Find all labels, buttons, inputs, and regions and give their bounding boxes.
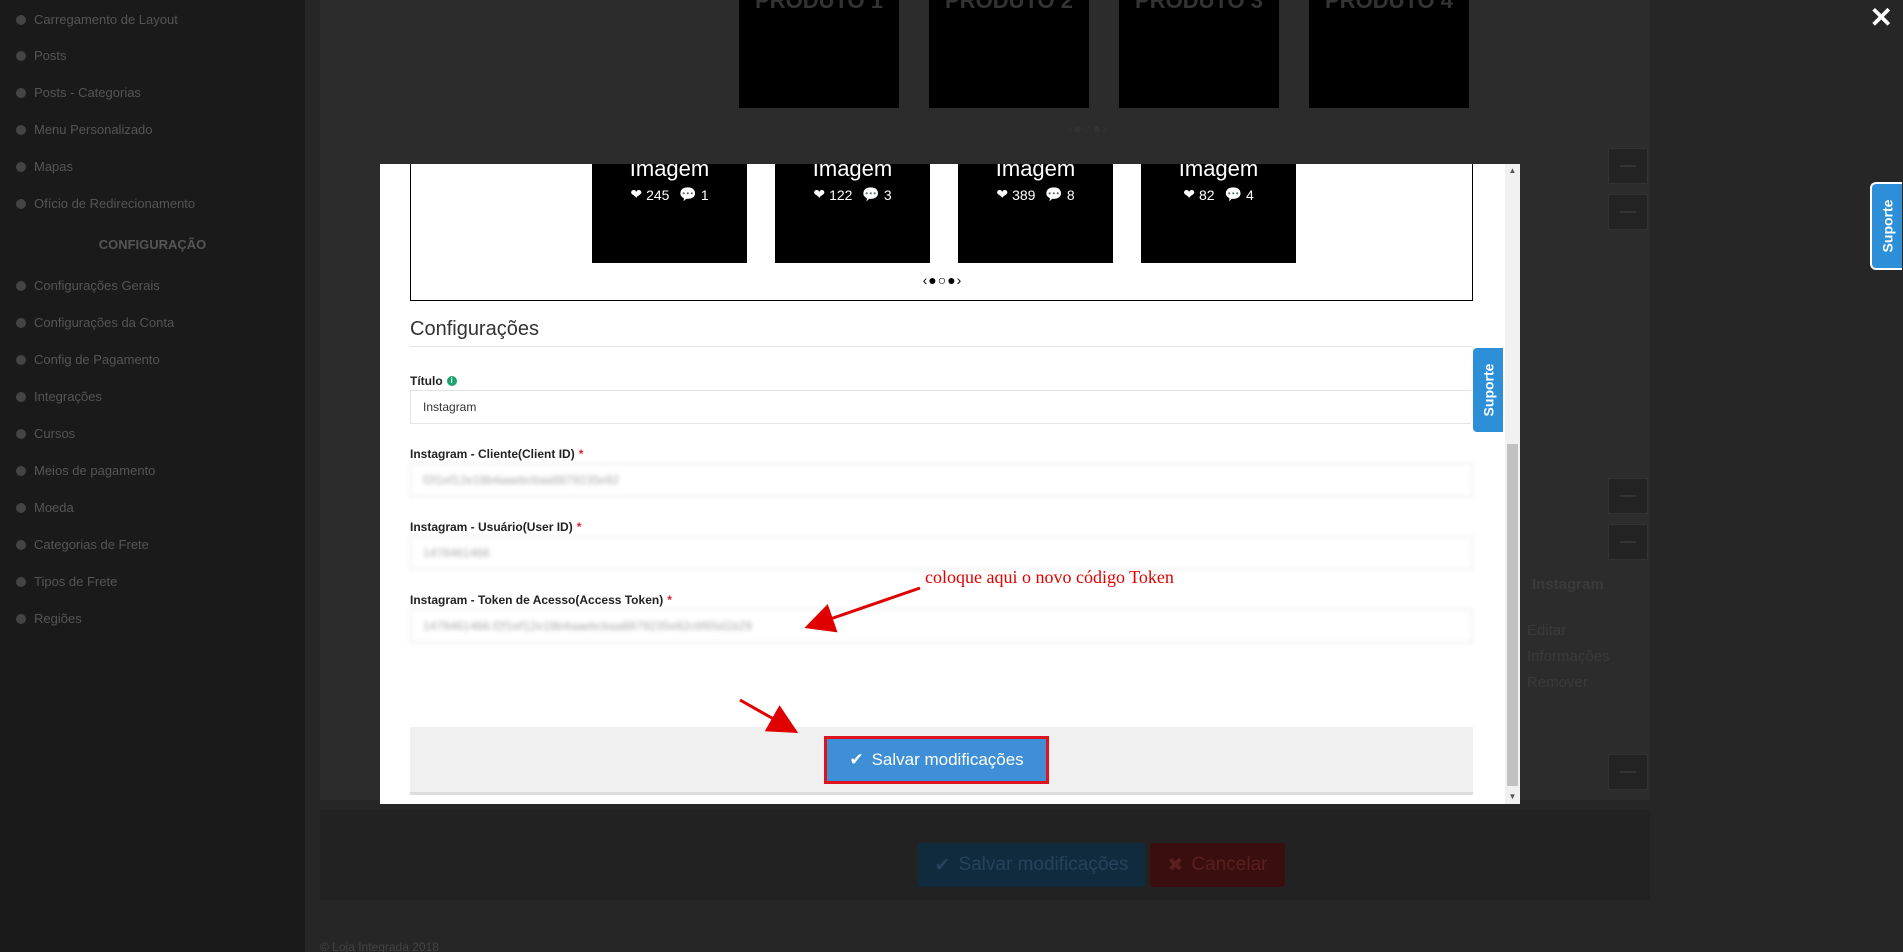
sidebar-item-label: Meios de pagamento xyxy=(34,463,156,478)
scroll-up-icon[interactable]: ▲ xyxy=(1505,164,1520,178)
product-thumb: PRODUTO 4 xyxy=(1309,0,1469,108)
sidebar-item-label: Integrações xyxy=(34,389,102,404)
product-label: PRODUTO 3 xyxy=(1135,0,1263,13)
scroll-down-icon[interactable]: ▼ xyxy=(1505,790,1520,804)
sidebar-item-label: Categorias de Frete xyxy=(34,537,149,552)
home-icon xyxy=(16,87,26,98)
sidebar-item-label: Posts - Categorias xyxy=(34,85,141,100)
sidebar-item-moeda[interactable]: Moeda xyxy=(16,500,74,515)
bg-info-link[interactable]: Informações xyxy=(1527,648,1610,665)
bg-cancel-button[interactable]: ✖ Cancelar xyxy=(1150,843,1285,887)
dollar-icon xyxy=(16,502,26,513)
check-icon: ✔ xyxy=(934,854,951,876)
sidebar-item-config-gerais[interactable]: Configurações Gerais xyxy=(16,278,160,293)
bg-action-button[interactable]: — xyxy=(1608,478,1648,514)
product-label: PRODUTO 2 xyxy=(945,0,1073,13)
suporte-label: Suporte xyxy=(1480,363,1497,417)
sidebar-item-menu[interactable]: Menu Personalizado xyxy=(16,122,153,137)
modal-scrollbar[interactable]: ▲ ▼ xyxy=(1505,164,1520,804)
sidebar-item-label: Moeda xyxy=(34,500,74,515)
bg-remove-link[interactable]: Remover xyxy=(1527,674,1588,691)
sidebar-item-categorias-frete[interactable]: Categorias de Frete xyxy=(16,537,149,552)
bg-instagram-header: Instagram xyxy=(1532,576,1604,593)
map-pin-icon xyxy=(16,161,26,172)
sidebar-item-posts[interactable]: Posts xyxy=(16,48,67,63)
sidebar-item-posts-categorias[interactable]: Posts - Categorias xyxy=(16,85,141,100)
gear-icon xyxy=(16,354,26,365)
sidebar-item-label: Configurações da Conta xyxy=(34,315,175,330)
modal-dialog: Imagem ❤ 245 💬 1 Imagem ❤ 122 💬 3 Imagem ❤ 38… xyxy=(380,164,1520,804)
sidebar-item-meios-pagamento[interactable]: Meios de pagamento xyxy=(16,463,155,478)
sidebar-item-label: Tipos de Frete xyxy=(34,574,118,589)
sidebar-heading-config: CONFIGURAÇÃO xyxy=(98,237,207,252)
bg-save-label: Salvar modificações xyxy=(958,854,1129,875)
annotation-arrows xyxy=(739,586,921,733)
product-label: PRODUTO 1 xyxy=(755,0,883,13)
globe-icon xyxy=(16,613,26,624)
product-label: PRODUTO 4 xyxy=(1325,0,1453,13)
list-icon xyxy=(16,124,26,135)
gear-icon xyxy=(16,280,26,291)
close-icon: ✖ xyxy=(1167,854,1184,876)
sidebar-item-label: Regiões xyxy=(34,611,82,626)
puzzle-icon xyxy=(16,391,26,402)
bg-action-button[interactable]: — xyxy=(1608,754,1648,790)
sidebar-item-regioes[interactable]: Regiões xyxy=(16,611,82,626)
sidebar-item-label: Mapas xyxy=(34,159,74,174)
sidebar-item-label: Posts xyxy=(34,48,67,63)
list-icon xyxy=(16,576,26,587)
pencil-icon xyxy=(16,50,26,61)
sidebar-item-label: Cursos xyxy=(34,426,76,441)
carousel-dots: ‹●○●› xyxy=(1068,120,1108,136)
product-thumb: PRODUTO 1 xyxy=(739,0,899,108)
sidebar-item-layout[interactable]: Carregamento de Layout xyxy=(16,12,178,27)
sidebar-item-cursos[interactable]: Cursos xyxy=(16,426,75,441)
gear-icon xyxy=(16,317,26,328)
bg-action-button[interactable]: — xyxy=(1608,194,1648,230)
sidebar-item-label: Config de Pagamento xyxy=(34,352,160,367)
sidebar-item-integracoes[interactable]: Integrações xyxy=(16,389,102,404)
bg-copyright: © Loja Integrada 2018 xyxy=(320,940,439,952)
bg-save-button[interactable]: ✔ Salvar modificações xyxy=(918,843,1145,887)
book-icon xyxy=(16,428,26,439)
sidebar-item-tipos-frete[interactable]: Tipos de Frete xyxy=(16,574,117,589)
sidebar-item-label: Configurações Gerais xyxy=(34,278,160,293)
link-icon xyxy=(16,198,26,209)
arrow-to-token xyxy=(804,586,921,633)
sidebar-item-label: Ofício de Redirecionamento xyxy=(34,196,196,211)
bg-cancel-label: Cancelar xyxy=(1191,854,1268,875)
arrow-to-save xyxy=(739,698,799,733)
product-thumb: PRODUTO 2 xyxy=(929,0,1089,108)
sidebar: Carregamento de Layout Posts Posts - Cat… xyxy=(0,0,305,952)
sidebar-item-config-conta[interactable]: Configurações da Conta xyxy=(16,315,174,330)
scroll-thumb[interactable] xyxy=(1507,444,1518,786)
list-icon xyxy=(16,539,26,550)
sidebar-item-label: Menu Personalizado xyxy=(34,122,153,137)
suporte-tab-modal[interactable]: Suporte xyxy=(1471,346,1503,434)
sidebar-item-redirect[interactable]: Ofício de Redirecionamento xyxy=(16,196,195,211)
suporte-tab[interactable]: Suporte xyxy=(1870,182,1902,270)
bg-edit-link[interactable]: Editar xyxy=(1527,622,1566,639)
product-thumb: PRODUTO 3 xyxy=(1119,0,1279,108)
suporte-label: Suporte xyxy=(1879,199,1896,253)
sidebar-item-config-pagamento[interactable]: Config de Pagamento xyxy=(16,352,160,367)
sidebar-item-label: Carregamento de Layout xyxy=(34,12,178,27)
gear-icon xyxy=(16,14,26,25)
list-icon xyxy=(16,465,26,476)
sidebar-item-mapas[interactable]: Mapas xyxy=(16,159,73,174)
close-icon[interactable]: ✕ xyxy=(1870,4,1893,32)
bg-action-button[interactable]: — xyxy=(1608,524,1648,560)
bg-action-button[interactable]: — xyxy=(1608,148,1648,184)
